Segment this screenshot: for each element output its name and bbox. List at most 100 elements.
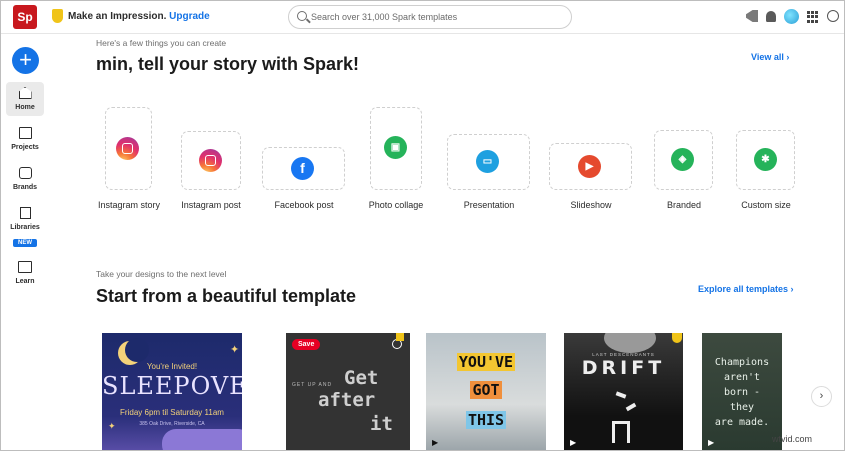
nav-home[interactable]: Home [6,82,44,116]
search-input[interactable] [311,9,566,25]
card-word-got: GOT [470,381,502,399]
apps-grid-icon[interactable] [807,11,819,23]
templates-title: Start from a beautiful template [96,286,357,306]
card-word-youve: YOU'VE [456,353,516,371]
search-bar[interactable] [288,5,572,29]
card-headline: DRIFT [581,357,666,379]
fragment-shape [625,402,637,412]
custom-size-icon: ✱ [754,148,777,171]
template-card-sleepover[interactable]: ✦ ✦ You're Invited! SLEEPOVER Friday 6pm… [102,333,242,450]
template-card-drift[interactable]: LAST DESCENDANTS DRIFT ▶ [564,333,683,450]
fragment-shape [612,421,630,443]
tile-label-slideshow: Slideshow [570,200,612,210]
quote-line: they [729,402,755,413]
promo-label: Make an Impression. [68,11,167,22]
tile-label-facebook-post: Facebook post [274,200,334,210]
nav-learn[interactable]: Learn [6,261,44,285]
facebook-icon: f [291,157,314,180]
create-new-button[interactable]: + [12,47,39,74]
card-word: GOT [426,381,546,399]
premium-shield-icon [52,9,63,23]
home-icon [18,87,32,99]
left-rail: + Home Projects Brands Libraries NEW Lea… [1,35,49,450]
tile-custom-size[interactable]: ✱ [736,130,795,190]
tile-facebook-post[interactable]: f [262,147,345,190]
branded-icon: ◈ [671,148,694,171]
tile-label-custom-size: Custom size [741,200,791,210]
nav-libraries[interactable]: Libraries NEW [6,207,44,249]
tile-instagram-post[interactable] [181,131,241,190]
premium-tag-icon [396,333,404,341]
premium-tag-icon [672,333,682,343]
tile-label-instagram-post: Instagram post [181,200,241,210]
instagram-icon [116,137,139,160]
app-window: Sp Make an Impression. Upgrade + Home Pr… [0,0,845,451]
spark-logo[interactable]: Sp [13,5,37,29]
presentation-icon: ▭ [476,150,499,173]
tile-instagram-story[interactable] [105,107,152,190]
cloud-shape [162,429,242,450]
brands-icon [18,167,32,179]
nav-projects[interactable]: Projects [6,127,44,151]
card-word: THIS [426,411,546,429]
avatar[interactable] [784,9,799,24]
instagram-icon [199,149,222,172]
card-headline: SLEEPOVER [102,372,242,400]
book-icon [18,261,32,273]
create-title: min, tell your story with Spark! [96,54,360,74]
top-bar: Sp Make an Impression. Upgrade [1,1,844,34]
template-card-champions[interactable]: Champions aren't born - they are made. ▶ [702,333,782,450]
save-label: Save [298,341,315,348]
explore-all-templates-link[interactable]: Explore all templates › [698,284,794,294]
play-icon[interactable]: ▶ [432,438,438,447]
card-word-this: THIS [465,411,507,429]
nav-home-label: Home [15,104,35,111]
card-when-text: Friday 6pm til Saturday 11am [120,408,224,417]
upgrade-link[interactable]: Upgrade [169,11,210,22]
card-word: after [318,389,376,411]
tile-slideshow[interactable]: ▶ [549,143,632,190]
moon-shape [604,333,656,353]
tile-branded[interactable]: ◈ [654,130,713,190]
creative-cloud-icon[interactable] [827,10,839,22]
fragment-shape [615,391,627,399]
star-icon: ✦ [230,344,240,356]
slideshow-icon: ▶ [578,155,601,178]
tile-photo-collage[interactable]: ▣ [370,107,422,190]
card-word: Get [344,367,379,389]
play-icon[interactable]: ▶ [708,438,714,447]
quote-line: Champions [714,357,770,368]
nav-brands-label: Brands [12,184,38,191]
collage-icon: ▣ [384,136,407,159]
quote-line: are made. [714,417,770,428]
card-word: it [370,413,393,435]
notifications-bell-icon[interactable] [766,11,776,22]
card-invite-text: You're Invited! [146,362,198,371]
create-subtitle: Here's a few things you can create [96,38,227,48]
nav-learn-label: Learn [15,278,35,285]
card-small-text: GET UP AND [292,382,333,388]
nav-brands[interactable]: Brands [6,167,44,191]
nav-projects-label: Projects [11,144,39,151]
quote-line: born - [723,387,761,398]
template-card-youve-got-this[interactable]: YOU'VE GOT THIS ▶ [426,333,546,450]
pinterest-save-button[interactable]: Save [292,339,321,350]
folder-icon [18,127,32,139]
nav-libraries-label: Libraries [10,224,40,231]
watermark-text: wtvid.com [772,434,813,444]
libraries-icon [19,207,31,219]
template-card-get-after-it[interactable]: Save GET UP AND Get after it [286,333,410,450]
quote-line: aren't [723,372,761,383]
carousel-next-button[interactable]: › [811,386,832,407]
templates-subtitle: Take your designs to the next level [96,269,227,279]
view-all-link[interactable]: View all › [751,52,789,62]
card-address-text: 385 Oak Drive, Riverside, CA [139,421,205,427]
promo-text: Make an Impression. Upgrade [68,11,210,22]
moon-shadow [125,338,149,362]
play-icon[interactable]: ▶ [570,438,576,447]
megaphone-icon[interactable] [746,10,758,22]
tile-presentation[interactable]: ▭ [447,134,530,190]
search-icon [297,11,307,21]
card-quote: Champions aren't born - they are made. [702,355,782,430]
new-badge: NEW [13,239,37,247]
